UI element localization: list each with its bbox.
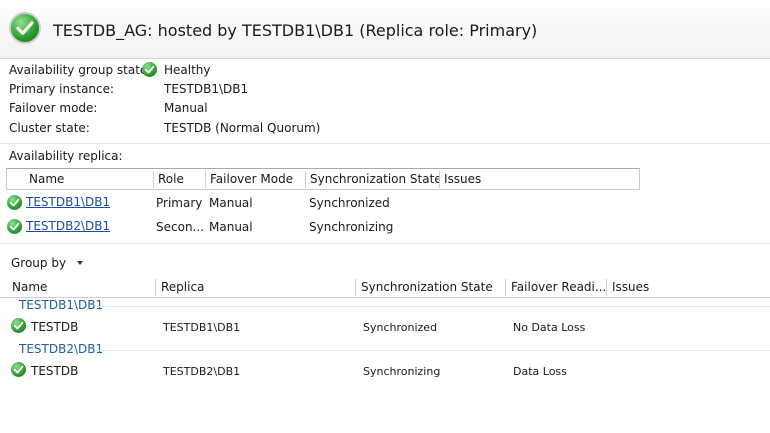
- database-replica: TESTDB2\DB1: [163, 365, 241, 378]
- table-row[interactable]: TESTDB2\DB1 Secon... Manual Synchronizin…: [0, 216, 640, 236]
- table-row[interactable]: TESTDB TESTDB1\DB1 Synchronized No Data …: [0, 316, 770, 336]
- database-grid-header: Name Replica Synchronization State Failo…: [0, 277, 770, 298]
- check-circle-icon: [142, 62, 157, 77]
- replica-failover-mode: Manual: [209, 196, 253, 210]
- replica-failover-mode: Manual: [209, 220, 253, 234]
- column-header-replica[interactable]: Replica: [157, 277, 354, 297]
- replica-sync-state: Synchronizing: [309, 220, 394, 234]
- ag-state-value: Healthy: [164, 63, 211, 77]
- replica-sync-state: Synchronized: [309, 196, 390, 210]
- database-sync-state: Synchronized: [363, 321, 438, 334]
- column-header-issues[interactable]: Issues: [608, 277, 728, 297]
- replica-link[interactable]: TESTDB2\DB1: [26, 219, 110, 233]
- database-replica: TESTDB1\DB1: [163, 321, 241, 334]
- check-circle-icon: [9, 12, 41, 44]
- column-header-name[interactable]: Name: [8, 277, 154, 297]
- dashboard-header: TESTDB_AG: hosted by TESTDB1\DB1 (Replic…: [0, 0, 770, 59]
- group-by-dropdown[interactable]: Group by: [11, 252, 84, 270]
- check-circle-icon: [11, 318, 26, 333]
- column-header-failover-readiness[interactable]: Failover Readi...: [507, 277, 605, 297]
- availability-replica-label: Availability replica:: [9, 149, 123, 163]
- column-header-issues[interactable]: Issues: [440, 169, 560, 189]
- table-row[interactable]: TESTDB1\DB1 Primary Manual Synchronized: [0, 192, 640, 212]
- replica-role: Primary: [156, 196, 203, 210]
- failover-mode-label: Failover mode:: [9, 101, 98, 115]
- divider: [0, 143, 770, 144]
- column-header-failover-mode[interactable]: Failover Mode: [206, 169, 306, 189]
- group-divider: [96, 350, 770, 351]
- database-name: TESTDB: [31, 320, 79, 334]
- database-failover-readiness: Data Loss: [513, 365, 567, 378]
- failover-mode-value: Manual: [164, 101, 208, 115]
- check-circle-icon: [7, 195, 22, 210]
- table-row[interactable]: TESTDB TESTDB2\DB1 Synchronizing Data Lo…: [0, 360, 770, 380]
- page-title: TESTDB_AG: hosted by TESTDB1\DB1 (Replic…: [53, 21, 538, 40]
- dropdown-arrow-icon: [77, 260, 84, 265]
- divider: [0, 243, 770, 244]
- database-name: TESTDB: [31, 364, 79, 378]
- replica-role: Secon...: [156, 220, 204, 234]
- cluster-state-value: TESTDB (Normal Quorum): [164, 121, 321, 135]
- column-header-sync-state[interactable]: Synchronization State: [306, 169, 440, 189]
- primary-instance-value: TESTDB1\DB1: [164, 82, 249, 96]
- check-circle-icon: [11, 362, 26, 377]
- database-sync-state: Synchronizing: [363, 365, 441, 378]
- check-circle-icon: [7, 219, 22, 234]
- primary-instance-label: Primary instance:: [9, 82, 115, 96]
- group-by-label: Group by: [11, 256, 67, 270]
- group-divider: [96, 306, 770, 307]
- group-header[interactable]: TESTDB1\DB1: [19, 298, 103, 312]
- column-header-role[interactable]: Role: [154, 169, 210, 189]
- column-header-name[interactable]: Name: [25, 169, 153, 189]
- replica-grid-header: Name Role Failover Mode Synchronization …: [6, 168, 640, 190]
- cluster-state-label: Cluster state:: [9, 121, 90, 135]
- column-header-sync-state[interactable]: Synchronization State: [357, 277, 504, 297]
- replica-link[interactable]: TESTDB1\DB1: [26, 195, 110, 209]
- ag-state-label: Availability group state:: [9, 63, 152, 77]
- group-header[interactable]: TESTDB2\DB1: [19, 342, 103, 356]
- database-failover-readiness: No Data Loss: [513, 321, 586, 334]
